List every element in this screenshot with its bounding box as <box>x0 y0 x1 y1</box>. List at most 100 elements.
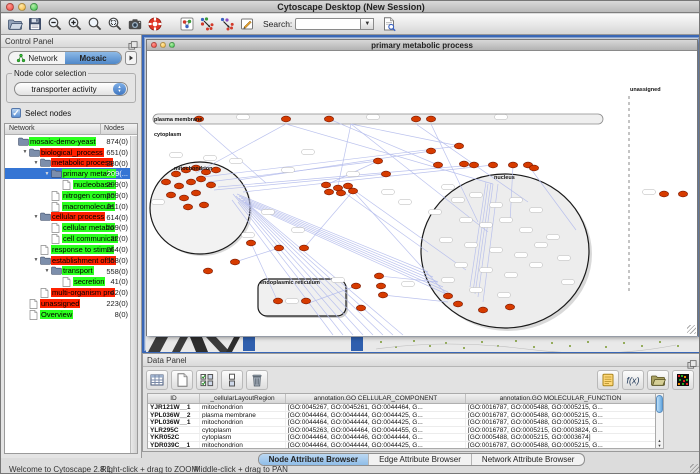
table-cell[interactable]: YJR121W__1 <box>148 404 200 411</box>
unselect-attrs-button[interactable] <box>221 370 243 390</box>
table-scrollbar-arrows[interactable]: ▲▼ <box>656 438 663 448</box>
tree-row[interactable]: cell communicat22(0) <box>5 233 130 244</box>
tree-row[interactable]: unassigned223(0) <box>5 298 130 309</box>
table-cell[interactable]: YPL036W__1 <box>148 419 200 426</box>
open-folder-button[interactable] <box>5 15 25 33</box>
search-dropdown-button[interactable]: ▼ <box>361 18 374 30</box>
network-view-window[interactable]: primary metabolic process plasma membran… <box>146 39 698 336</box>
import-attrs-button[interactable] <box>647 370 669 390</box>
expand-arrow-icon[interactable]: ▼ <box>32 214 40 220</box>
table-cell[interactable]: [GO:0044464, GO:0044444, GO:0044425, G..… <box>286 442 466 449</box>
new-attr-button[interactable] <box>171 370 193 390</box>
vizmapper-button[interactable] <box>177 15 197 33</box>
table-cell[interactable]: mitochondrion <box>200 442 286 449</box>
table-cell[interactable]: cytoplasm <box>200 427 286 434</box>
table-row[interactable]: YKR052Ccytoplasm[GO:0044464, GO:0044446,… <box>148 434 656 442</box>
table-scrollbar-thumb[interactable] <box>656 395 663 413</box>
table-cell[interactable]: [GO:0044464, GO:0044444, GO:0044425, G..… <box>286 412 466 419</box>
table-cell[interactable]: [GO:0044464, GO:0044446, GO:0044444, G..… <box>286 434 466 441</box>
network-window-resize-grip[interactable] <box>687 325 696 334</box>
table-header-3[interactable]: annotation.GO CELLULAR_COMPONENT <box>286 394 466 403</box>
layout-2-button[interactable] <box>217 15 237 33</box>
window-resize-grip[interactable] <box>690 464 699 473</box>
tree-row[interactable]: nucleobase-209(0) <box>5 179 130 190</box>
table-cell[interactable]: [GO:0016787, GO:0005488, GO:0005215, G..… <box>466 419 656 426</box>
tab-overflow-button[interactable] <box>125 51 137 65</box>
attr-table-button[interactable] <box>146 370 168 390</box>
table-cell[interactable]: [GO:0016787, GO:0005488, GO:0005215, G..… <box>466 404 656 411</box>
delete-attr-button[interactable] <box>246 370 268 390</box>
annotation-import-button[interactable] <box>597 370 619 390</box>
layout-1-button[interactable] <box>197 15 217 33</box>
network-tree-header[interactable]: Network Nodes <box>5 124 137 135</box>
expand-arrow-icon[interactable]: ▼ <box>43 268 51 274</box>
formula-button[interactable]: f(x) <box>622 370 644 390</box>
table-scrollbar[interactable]: ▲▼ <box>655 393 664 449</box>
window-titlebar[interactable]: Cytoscape Desktop (New Session) <box>1 1 700 13</box>
save-button[interactable] <box>25 15 45 33</box>
table-row[interactable]: YPL036W__2plasma membrane[GO:0044464, GO… <box>148 412 656 420</box>
heatmap-button[interactable] <box>672 370 694 390</box>
table-cell[interactable]: mitochondrion <box>200 404 286 411</box>
table-cell[interactable]: [GO:0016787, GO:0005488, GO:0005215, G..… <box>466 442 656 449</box>
annotation-button[interactable] <box>237 15 257 33</box>
table-row[interactable]: YLR295Ccytoplasm[GO:0045263, GO:0044464,… <box>148 427 656 435</box>
tree-row[interactable]: secretion41(0) <box>5 276 130 287</box>
table-cell[interactable]: YLR295C <box>148 427 200 434</box>
table-cell[interactable]: [GO:0005488, GO:0005215, GO:0003674] <box>466 434 656 441</box>
table-header-2[interactable]: _cellularLayoutRegion <box>200 394 286 403</box>
table-header-4[interactable]: annotation.GO MOLECULAR_FUNCTION <box>466 394 656 403</box>
tree-row[interactable]: macromolecule311(0) <box>5 201 130 212</box>
tree-column-network[interactable]: Network <box>9 125 35 132</box>
expand-arrow-icon[interactable]: ▼ <box>43 171 51 177</box>
tree-row[interactable]: multi-organism pro42(0) <box>5 287 130 298</box>
zoom-in-button[interactable] <box>65 15 85 33</box>
snapshot-button[interactable] <box>125 15 145 33</box>
zoom-out-button[interactable] <box>45 15 65 33</box>
table-cell[interactable]: plasma membrane <box>200 412 286 419</box>
node-color-dropdown[interactable]: transporter activity ▲▼ <box>14 82 128 96</box>
expand-arrow-icon[interactable]: ▼ <box>32 160 40 166</box>
tree-row[interactable]: cellular metabo209(0) <box>5 222 130 233</box>
table-cell[interactable]: YPL036W__2 <box>148 412 200 419</box>
table-cell[interactable]: [GO:0045263, GO:0044464, GO:0044455, G..… <box>286 427 466 434</box>
tree-row[interactable]: nitrogen compo209(0) <box>5 190 130 201</box>
table-cell[interactable]: mitochondrion <box>200 419 286 426</box>
table-row[interactable]: YDR039C__1mitochondrion[GO:0044464, GO:0… <box>148 442 656 449</box>
tree-row[interactable]: ▼transport558(0) <box>5 266 130 277</box>
tree-row[interactable]: response to stimul264(0) <box>5 244 130 255</box>
tree-row[interactable]: ▼biological_process651(0) <box>5 147 130 158</box>
table-cell[interactable]: [GO:0016787, GO:0005215, GO:0003824, G..… <box>466 427 656 434</box>
search-input[interactable] <box>295 18 361 30</box>
table-cell[interactable]: cytoplasm <box>200 434 286 441</box>
table-cell[interactable]: [GO:0044464, GO:0044444, GO:0044425, G..… <box>286 419 466 426</box>
tree-row[interactable]: ▼primary metabo209(... <box>5 168 130 179</box>
tree-scrollbar[interactable] <box>130 136 137 453</box>
tree-row[interactable]: Overview8(0) <box>5 309 130 320</box>
network-canvas[interactable]: plasma membranecytoplasmmitochondrionnuc… <box>147 52 697 336</box>
tree-row[interactable]: mosaic-demo-yeast874(0) <box>5 136 130 147</box>
zoom-fit-button[interactable] <box>85 15 105 33</box>
expand-arrow-icon[interactable]: ▼ <box>32 257 40 263</box>
node-label <box>440 238 453 243</box>
tree-row[interactable]: ▼cellular process614(0) <box>5 212 130 223</box>
tree-row[interactable]: ▼metabolic process280(0) <box>5 158 130 169</box>
table-cell[interactable]: YDR039C__1 <box>148 442 200 449</box>
network-window-titlebar[interactable]: primary metabolic process <box>147 40 697 51</box>
tree-row[interactable]: ▼establishment of lo558(0) <box>5 255 130 266</box>
tab-mosaic[interactable]: Mosaic <box>65 52 121 64</box>
table-row[interactable]: YPL036W__1mitochondrion[GO:0044464, GO:0… <box>148 419 656 427</box>
table-cell[interactable]: YKR052C <box>148 434 200 441</box>
tree-column-nodes[interactable]: Nodes <box>104 125 124 132</box>
search-config-button[interactable] <box>379 15 399 33</box>
zoom-region-button[interactable] <box>105 15 125 33</box>
select-nodes-checkbox[interactable]: ✓ <box>11 108 21 118</box>
select-attrs-button[interactable] <box>196 370 218 390</box>
table-row[interactable]: YJR121W__1mitochondrion[GO:0045267, GO:0… <box>148 404 656 412</box>
tab-network[interactable]: Network <box>9 52 65 64</box>
help-button[interactable] <box>145 15 165 33</box>
expand-arrow-icon[interactable]: ▼ <box>21 149 29 155</box>
table-header-1[interactable]: ID <box>148 394 200 403</box>
table-cell[interactable]: [GO:0016787, GO:0005488, GO:0005215, G..… <box>466 412 656 419</box>
table-cell[interactable]: [GO:0045267, GO:0045261, GO:0044464, G..… <box>286 404 466 411</box>
